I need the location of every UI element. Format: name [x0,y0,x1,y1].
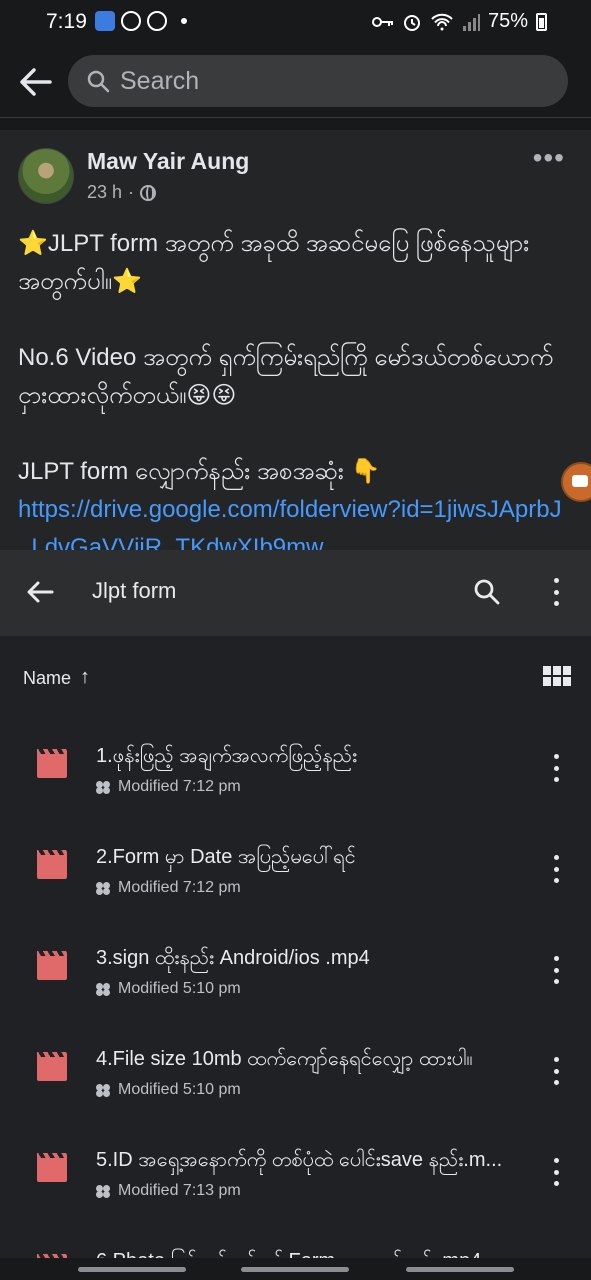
file-name: 3.sign ထိုးနည်း Android/ios .mp4 [96,947,370,969]
battery-percentage: 75% [487,10,528,32]
drive-screenshot[interactable]: Jlpt form Name ↑ 1.ဖုန်းဖြည့် အချက်အလက်ဖ… [0,550,591,1280]
sort-bar: Name ↑ [0,636,591,716]
file-row: 5.ID အရှေ့အနောက်ကို တစ်ပုံထဲ ပေါင်းsave … [0,1122,591,1223]
file-name: 1.ဖုန်းဖြည့် အချက်အလက်ဖြည့်နည်း [96,745,358,767]
more-notifications-dot [181,18,187,24]
file-meta: Modified 5:10 pm [96,980,241,998]
drive-more-icon [552,578,560,606]
file-name: 2.Form မှာ Date အပြည့်မပေါ်ရင် [96,846,356,868]
photos-icon [95,11,115,31]
status-time: 7:19 [46,10,87,33]
file-meta: Modified 7:12 pm [96,778,241,796]
status-bar: 7:19 75% [0,0,591,44]
search-icon [87,70,110,93]
post-paragraph [18,301,566,339]
shared-icon [96,1084,112,1096]
search-input[interactable] [120,55,550,107]
shared-icon [96,1185,112,1197]
file-modified: Modified 7:13 pm [118,1182,241,1199]
post-meta: 23 h · [87,182,157,203]
video-file-icon [37,1153,67,1182]
shared-icon [96,882,112,894]
battery-icon [536,12,547,31]
sort-label: Name [23,668,72,688]
grid-view-icon [543,666,571,688]
post-paragraph: ⭐JLPT form အတွက် အခုထိ အဆင်မပြေ ဖြစ်နေသူ… [18,230,530,295]
post: Maw Yair Aung 23 h · ••• ⭐JLPT form အတွက… [0,130,591,561]
nav-recents-pill[interactable] [406,1267,514,1272]
viber-icon [147,11,167,31]
file-row: 3.sign ထိုးနည်း Android/ios .mp4 Modifie… [0,920,591,1021]
video-file-icon [37,749,67,778]
post-paragraph: No.6 Video အတွက် ရှက်ကြမ်းရည်ကြို မော်ဒယ… [18,344,554,409]
drive-back-arrow-icon [27,581,54,603]
viber-icon [121,11,141,31]
back-arrow-icon[interactable] [18,64,54,100]
video-file-icon [37,1052,67,1081]
file-meta: Modified 5:10 pm [96,1081,241,1099]
file-modified: Modified 7:12 pm [118,879,241,896]
drive-search-icon [474,579,500,605]
post-paragraph [18,415,566,453]
signal-icon [462,13,480,31]
drive-folder-title: Jlpt form [92,578,177,603]
key-icon [371,16,393,27]
more-options-icon[interactable]: ••• [533,144,565,172]
post-paragraph: JLPT form လျှောက်နည်း အစအဆုံး 👇 [18,458,381,485]
navigation-bar [0,1258,591,1280]
post-author[interactable]: Maw Yair Aung [87,148,249,175]
shared-icon [96,983,112,995]
nav-back-pill[interactable] [78,1267,186,1272]
file-more-icon [552,1057,560,1085]
avatar[interactable] [18,148,74,204]
search-header [0,44,591,118]
globe-icon [140,184,157,201]
wifi-icon [431,13,453,30]
shared-icon [96,781,112,793]
post-time[interactable]: 23 h [87,182,122,203]
alarm-icon [403,14,420,31]
drive-header: Jlpt form [0,550,591,636]
nav-home-pill[interactable] [241,1267,349,1272]
video-file-icon [37,850,67,879]
system-icons: 75% [371,10,547,33]
file-more-icon [552,956,560,984]
file-row: 4.File size 10mb ထက်ကျော်နေရင်လျှော့ ထား… [0,1021,591,1122]
video-file-icon [37,951,67,980]
file-modified: Modified 5:10 pm [118,1081,241,1098]
file-meta: Modified 7:13 pm [96,1182,241,1200]
file-more-icon [552,754,560,782]
post-text: ⭐JLPT form အတွက် အခုထိ အဆင်မပြေ ဖြစ်နေသူ… [18,225,566,567]
file-modified: Modified 7:12 pm [118,778,241,795]
file-more-icon [552,1158,560,1186]
notification-icons [95,11,187,31]
file-name: 4.File size 10mb ထက်ကျော်နေရင်လျှော့ ထား… [96,1048,473,1070]
file-meta: Modified 7:12 pm [96,879,241,897]
file-row: 1.ဖုန်းဖြည့် အချက်အလက်ဖြည့်နည်း Modified… [0,718,591,819]
sort-arrow-icon: ↑ [80,666,90,688]
meta-separator: · [128,182,135,202]
search-box[interactable] [68,55,568,107]
divider [0,118,591,130]
file-more-icon [552,855,560,883]
file-name: 5.ID အရှေ့အနောက်ကို တစ်ပုံထဲ ပေါင်းsave … [96,1149,503,1171]
file-modified: Modified 5:10 pm [118,980,241,997]
file-row: 2.Form မှာ Date အပြည့်မပေါ်ရင် Modified … [0,819,591,920]
